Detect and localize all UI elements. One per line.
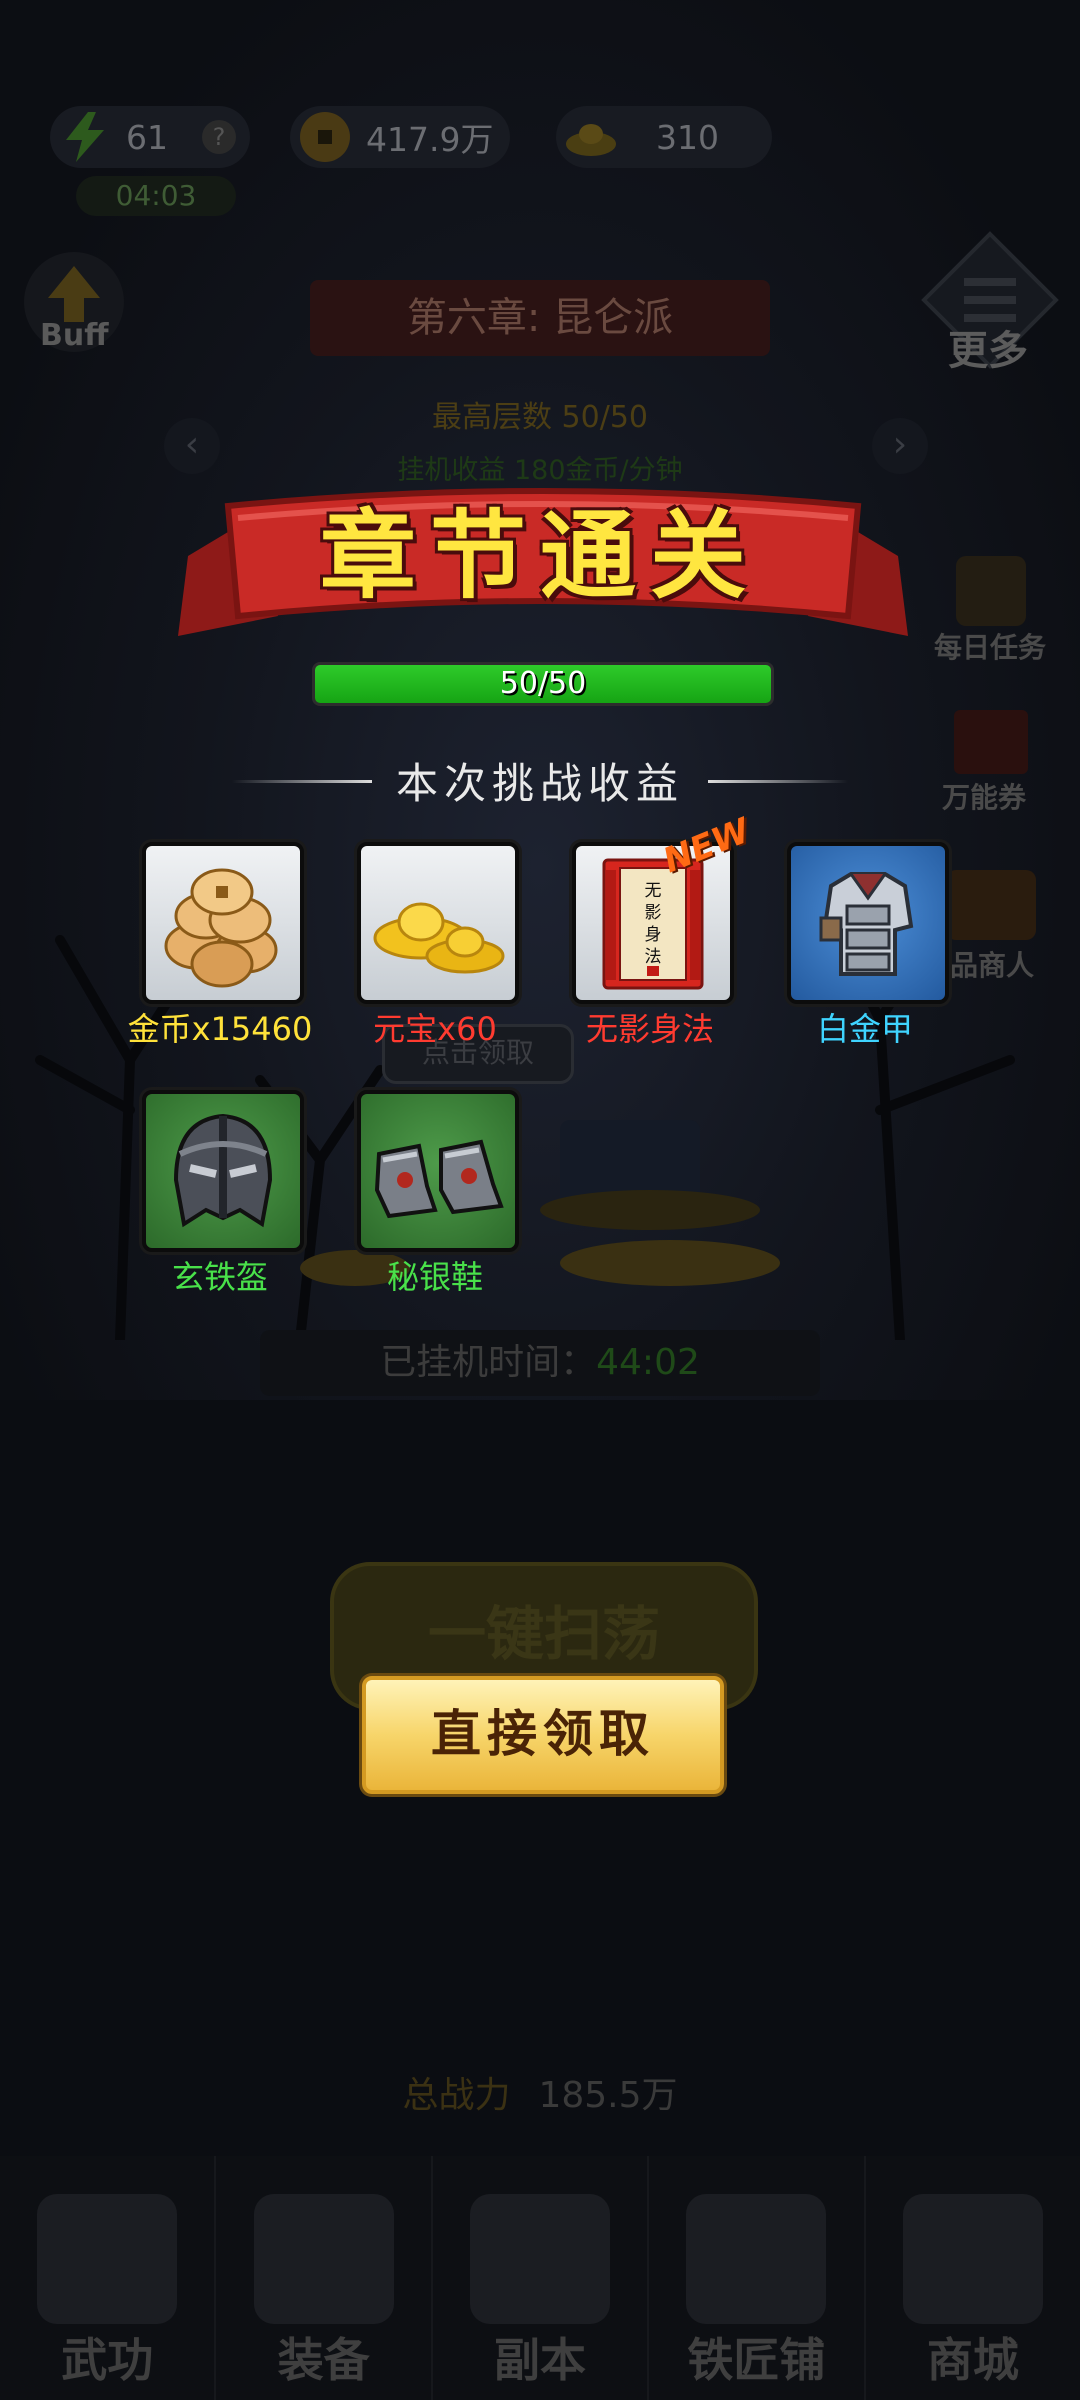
item-card [357,1090,519,1252]
coin-icon [300,112,350,162]
swords-icon [470,2194,611,2324]
item-card [142,1090,304,1252]
hammer-icon [686,2194,827,2324]
scroll-icon [37,2194,178,2324]
power-value: 185.5万 [538,2075,678,2116]
nav-item-equipment[interactable]: 装备 [216,2156,433,2400]
buff-label: Buff [40,318,109,353]
nav-item-blacksmith[interactable]: 铁匠铺 [649,2156,866,2400]
progress-text: 50/50 [499,666,587,701]
gold-ingot-icon [566,124,616,156]
helmet-icon [173,1113,273,1228]
nav-item-dungeon[interactable]: 副本 [433,2156,650,2400]
total-power: 总战力 185.5万 [0,2066,1080,2118]
ingots-pill[interactable]: 310 [556,106,772,168]
svg-text:身: 身 [645,925,662,945]
coin-pile-right [560,1240,780,1286]
reward-name: 秘银鞋 [386,1258,483,1296]
chapter-title: 第六章: 昆仑派 [310,280,770,356]
daily-tasks-label: 每日任务 [934,631,1047,664]
chapter-progress-bar: 50/50 [312,662,774,706]
energy-pill[interactable]: 61 ? [50,106,250,168]
coins-value: 417.9万 [366,120,494,159]
ingots-value: 310 [656,117,719,157]
energy-value: 61 [126,117,168,157]
item-card [357,842,519,1004]
reward-heading: 本次挑战收益 [395,759,684,808]
skill-book-icon: 无 影 身 法 [602,858,704,990]
coins-pill[interactable]: 417.9万 [290,106,510,168]
idle-time-value: 44:02 [596,1342,700,1383]
svg-text:无: 无 [645,881,662,901]
merchant-label: 品商人 [950,949,1035,982]
nav-label: 副本 [494,2333,587,2387]
item-card [142,842,304,1004]
gift-box-icon [902,2194,1043,2324]
claim-button[interactable]: 直接领取 [362,1676,724,1794]
nav-label: 武功 [61,2333,154,2387]
bottom-nav: 武功 装备 副本 铁匠铺 商城 [0,2156,1080,2400]
armor-icon [819,872,914,976]
reward-name: 白金甲 [816,1010,913,1048]
heading-divider-right [708,780,848,783]
gold-coins-icon [164,868,278,988]
armor-icon [253,2194,394,2324]
gold-ingot-icon [373,902,505,974]
nav-label: 装备 [277,2333,370,2387]
nav-label: 商城 [926,2333,1019,2387]
svg-text:影: 影 [645,903,662,923]
popup-title: 章节通关 [320,499,760,612]
idle-time-bar: 已挂机时间：44:02 [260,1330,820,1396]
more-label: 更多 [948,327,1028,374]
energy-help-icon[interactable]: ? [202,120,236,154]
nav-item-shop[interactable]: 商城 [866,2156,1080,2400]
svg-text:法: 法 [645,947,662,967]
item-card [787,842,949,1004]
nav-item-martial[interactable]: 武功 [0,2156,217,2400]
boots-icon [374,1139,504,1219]
nav-label: 铁匠铺 [687,2333,826,2387]
idle-time-label: 已挂机时间： [380,1342,597,1383]
energy-timer: 04:03 [76,176,236,216]
treasure-chest-icon[interactable] [530,1100,790,1240]
lightning-icon [66,112,104,162]
power-label: 总战力 [402,2075,511,2116]
